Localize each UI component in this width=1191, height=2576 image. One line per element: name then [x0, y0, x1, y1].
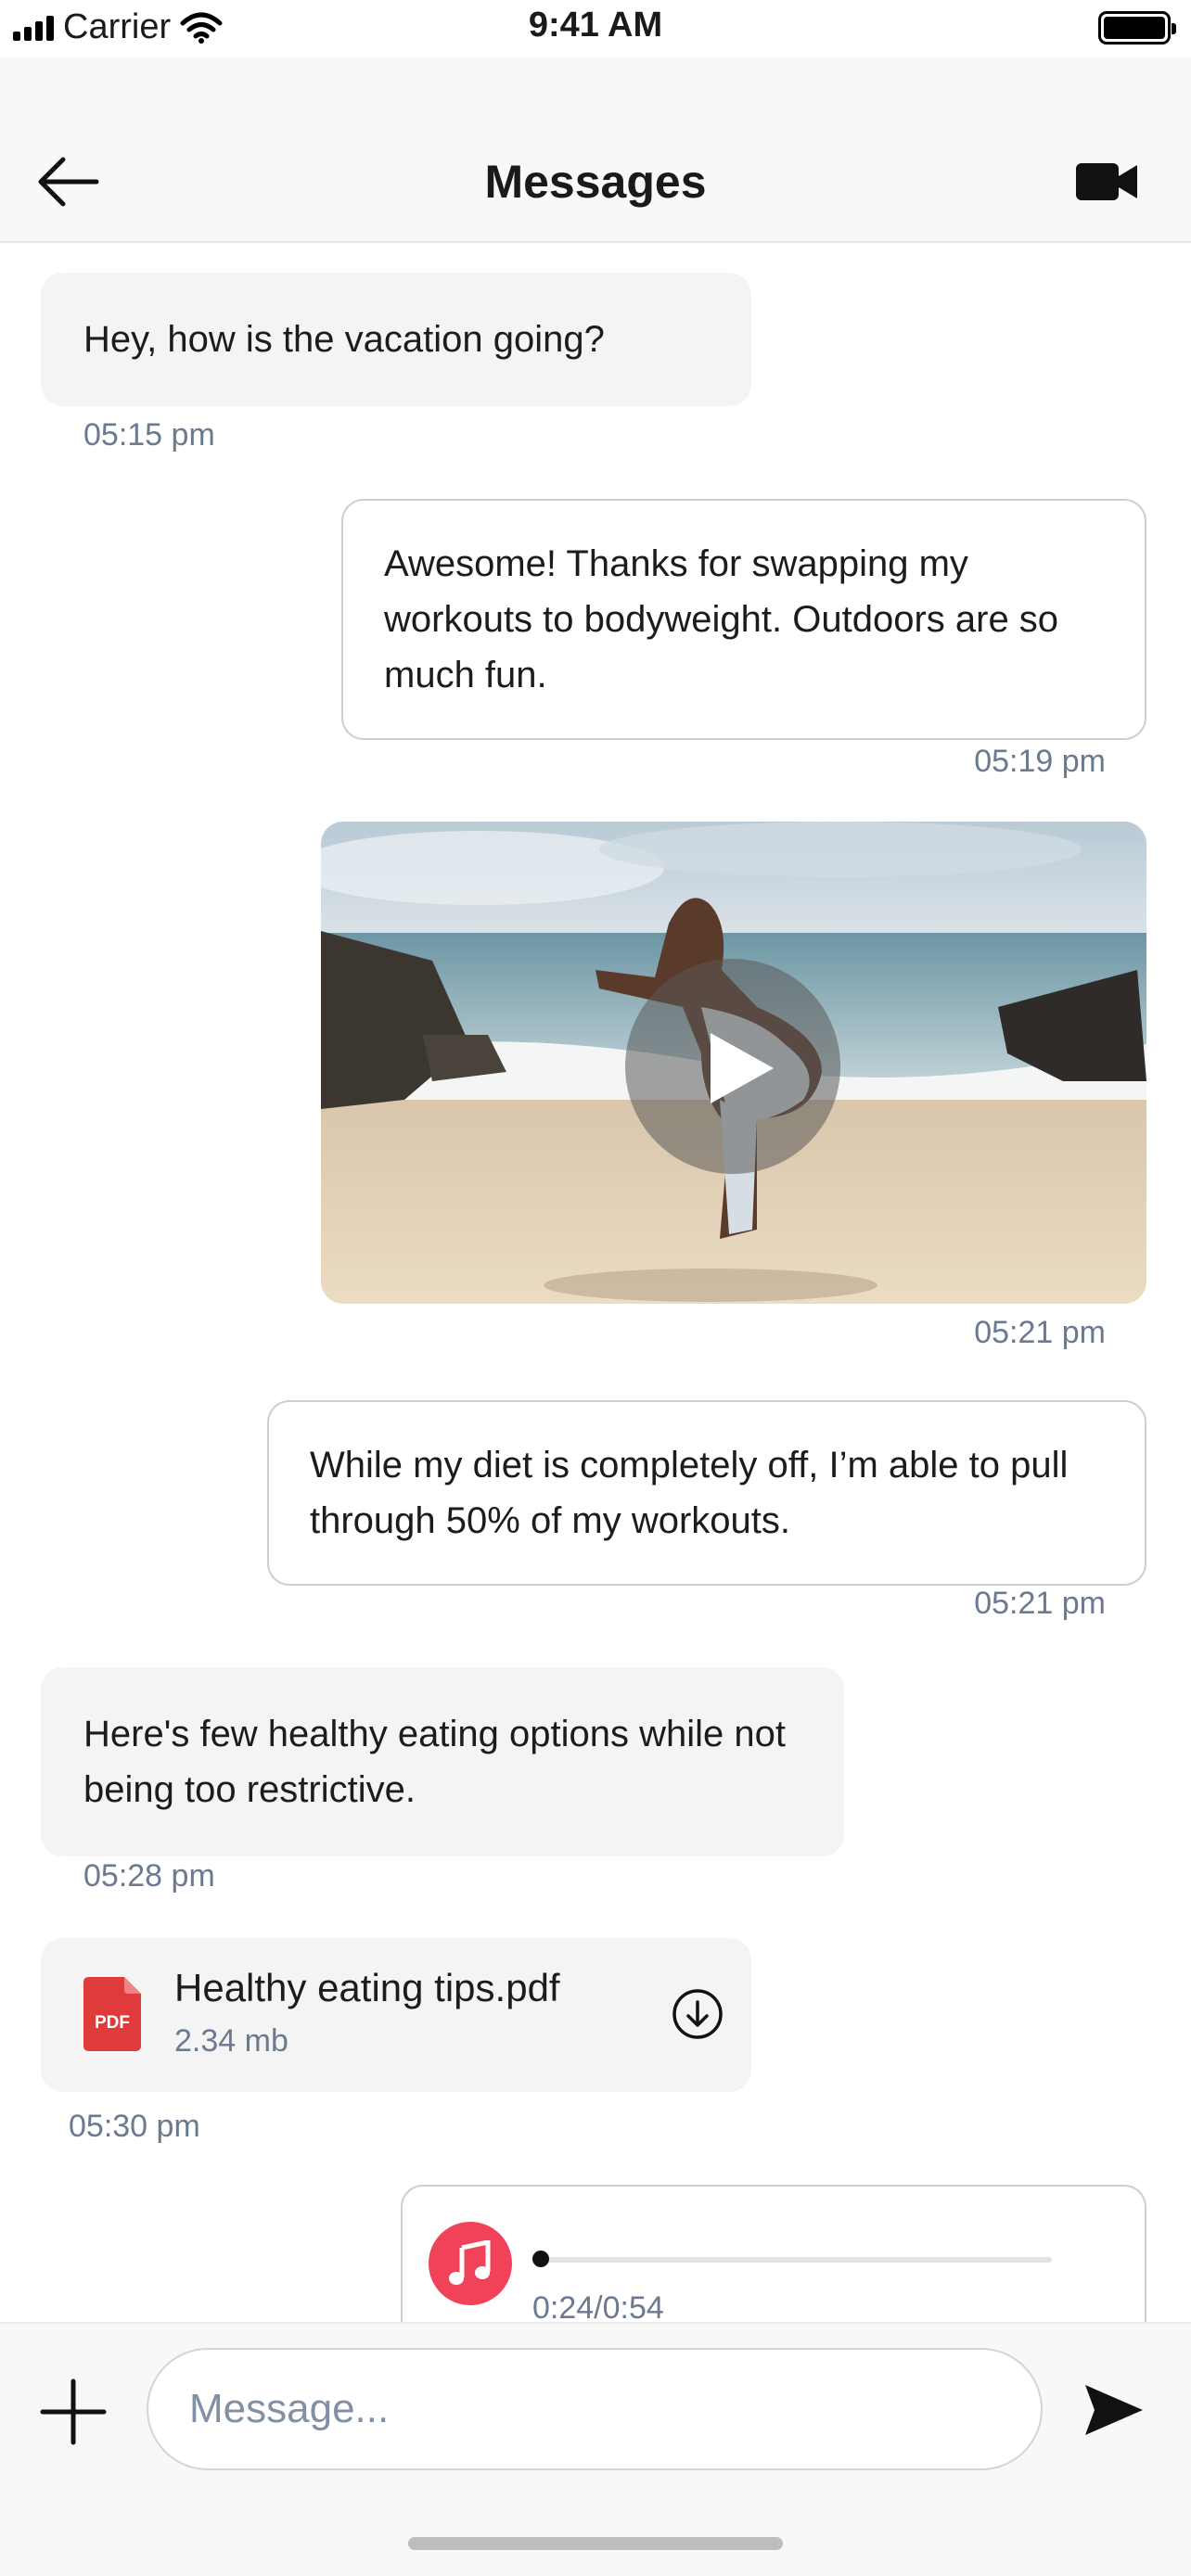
audio-scrubber[interactable] — [532, 2251, 549, 2267]
message-time: 05:30 pm — [69, 2109, 200, 2144]
file-name: Healthy eating tips.pdf — [174, 1966, 560, 2009]
nav-header: Messages — [0, 57, 1191, 243]
video-camera-icon[interactable] — [1074, 159, 1139, 204]
message-composer — [0, 2322, 1191, 2576]
music-note-icon — [429, 2222, 512, 2305]
message-input[interactable] — [147, 2348, 1043, 2470]
page-title: Messages — [484, 156, 707, 208]
play-button[interactable] — [625, 959, 840, 1174]
pdf-badge: PDF — [95, 2013, 130, 2033]
message-time: 05:28 pm — [83, 1858, 215, 1894]
pdf-icon: PDF — [83, 1977, 141, 2051]
message-time: 05:19 pm — [974, 744, 1106, 779]
message-time: 05:21 pm — [974, 1586, 1106, 1621]
plus-icon[interactable] — [39, 2378, 108, 2446]
message-text: While my diet is completely off, I’m abl… — [310, 1445, 1069, 1541]
status-time: 9:41 AM — [528, 6, 663, 45]
outgoing-message: Awesome! Thanks for swapping my workouts… — [341, 499, 1146, 740]
message-text: Awesome! Thanks for swapping my workouts… — [384, 543, 1059, 695]
outgoing-message: While my diet is completely off, I’m abl… — [267, 1400, 1146, 1586]
battery-icon — [1098, 11, 1176, 45]
audio-message[interactable]: 0:24/0:54 — [401, 2185, 1146, 2322]
message-time: 05:15 pm — [83, 417, 215, 453]
message-time: 05:21 pm — [974, 1315, 1106, 1350]
message-text: Here's few healthy eating options while … — [83, 1714, 786, 1810]
download-icon[interactable] — [672, 1988, 724, 2040]
chat-thread[interactable]: Hey, how is the vacation going? 05:15 pm… — [0, 245, 1191, 2322]
audio-time: 0:24/0:54 — [532, 2290, 664, 2322]
incoming-message: Hey, how is the vacation going? — [41, 273, 751, 406]
audio-progress-track[interactable] — [532, 2251, 1052, 2267]
incoming-message: Here's few healthy eating options while … — [41, 1667, 844, 1856]
message-text: Hey, how is the vacation going? — [83, 319, 605, 360]
send-icon[interactable] — [1082, 2378, 1146, 2442]
status-bar: Carrier 9:41 AM — [0, 0, 1191, 57]
file-attachment[interactable]: PDF Healthy eating tips.pdf 2.34 mb — [41, 1938, 751, 2092]
home-indicator — [408, 2537, 783, 2550]
video-message[interactable] — [321, 822, 1146, 1304]
file-size: 2.34 mb — [174, 2023, 288, 2059]
